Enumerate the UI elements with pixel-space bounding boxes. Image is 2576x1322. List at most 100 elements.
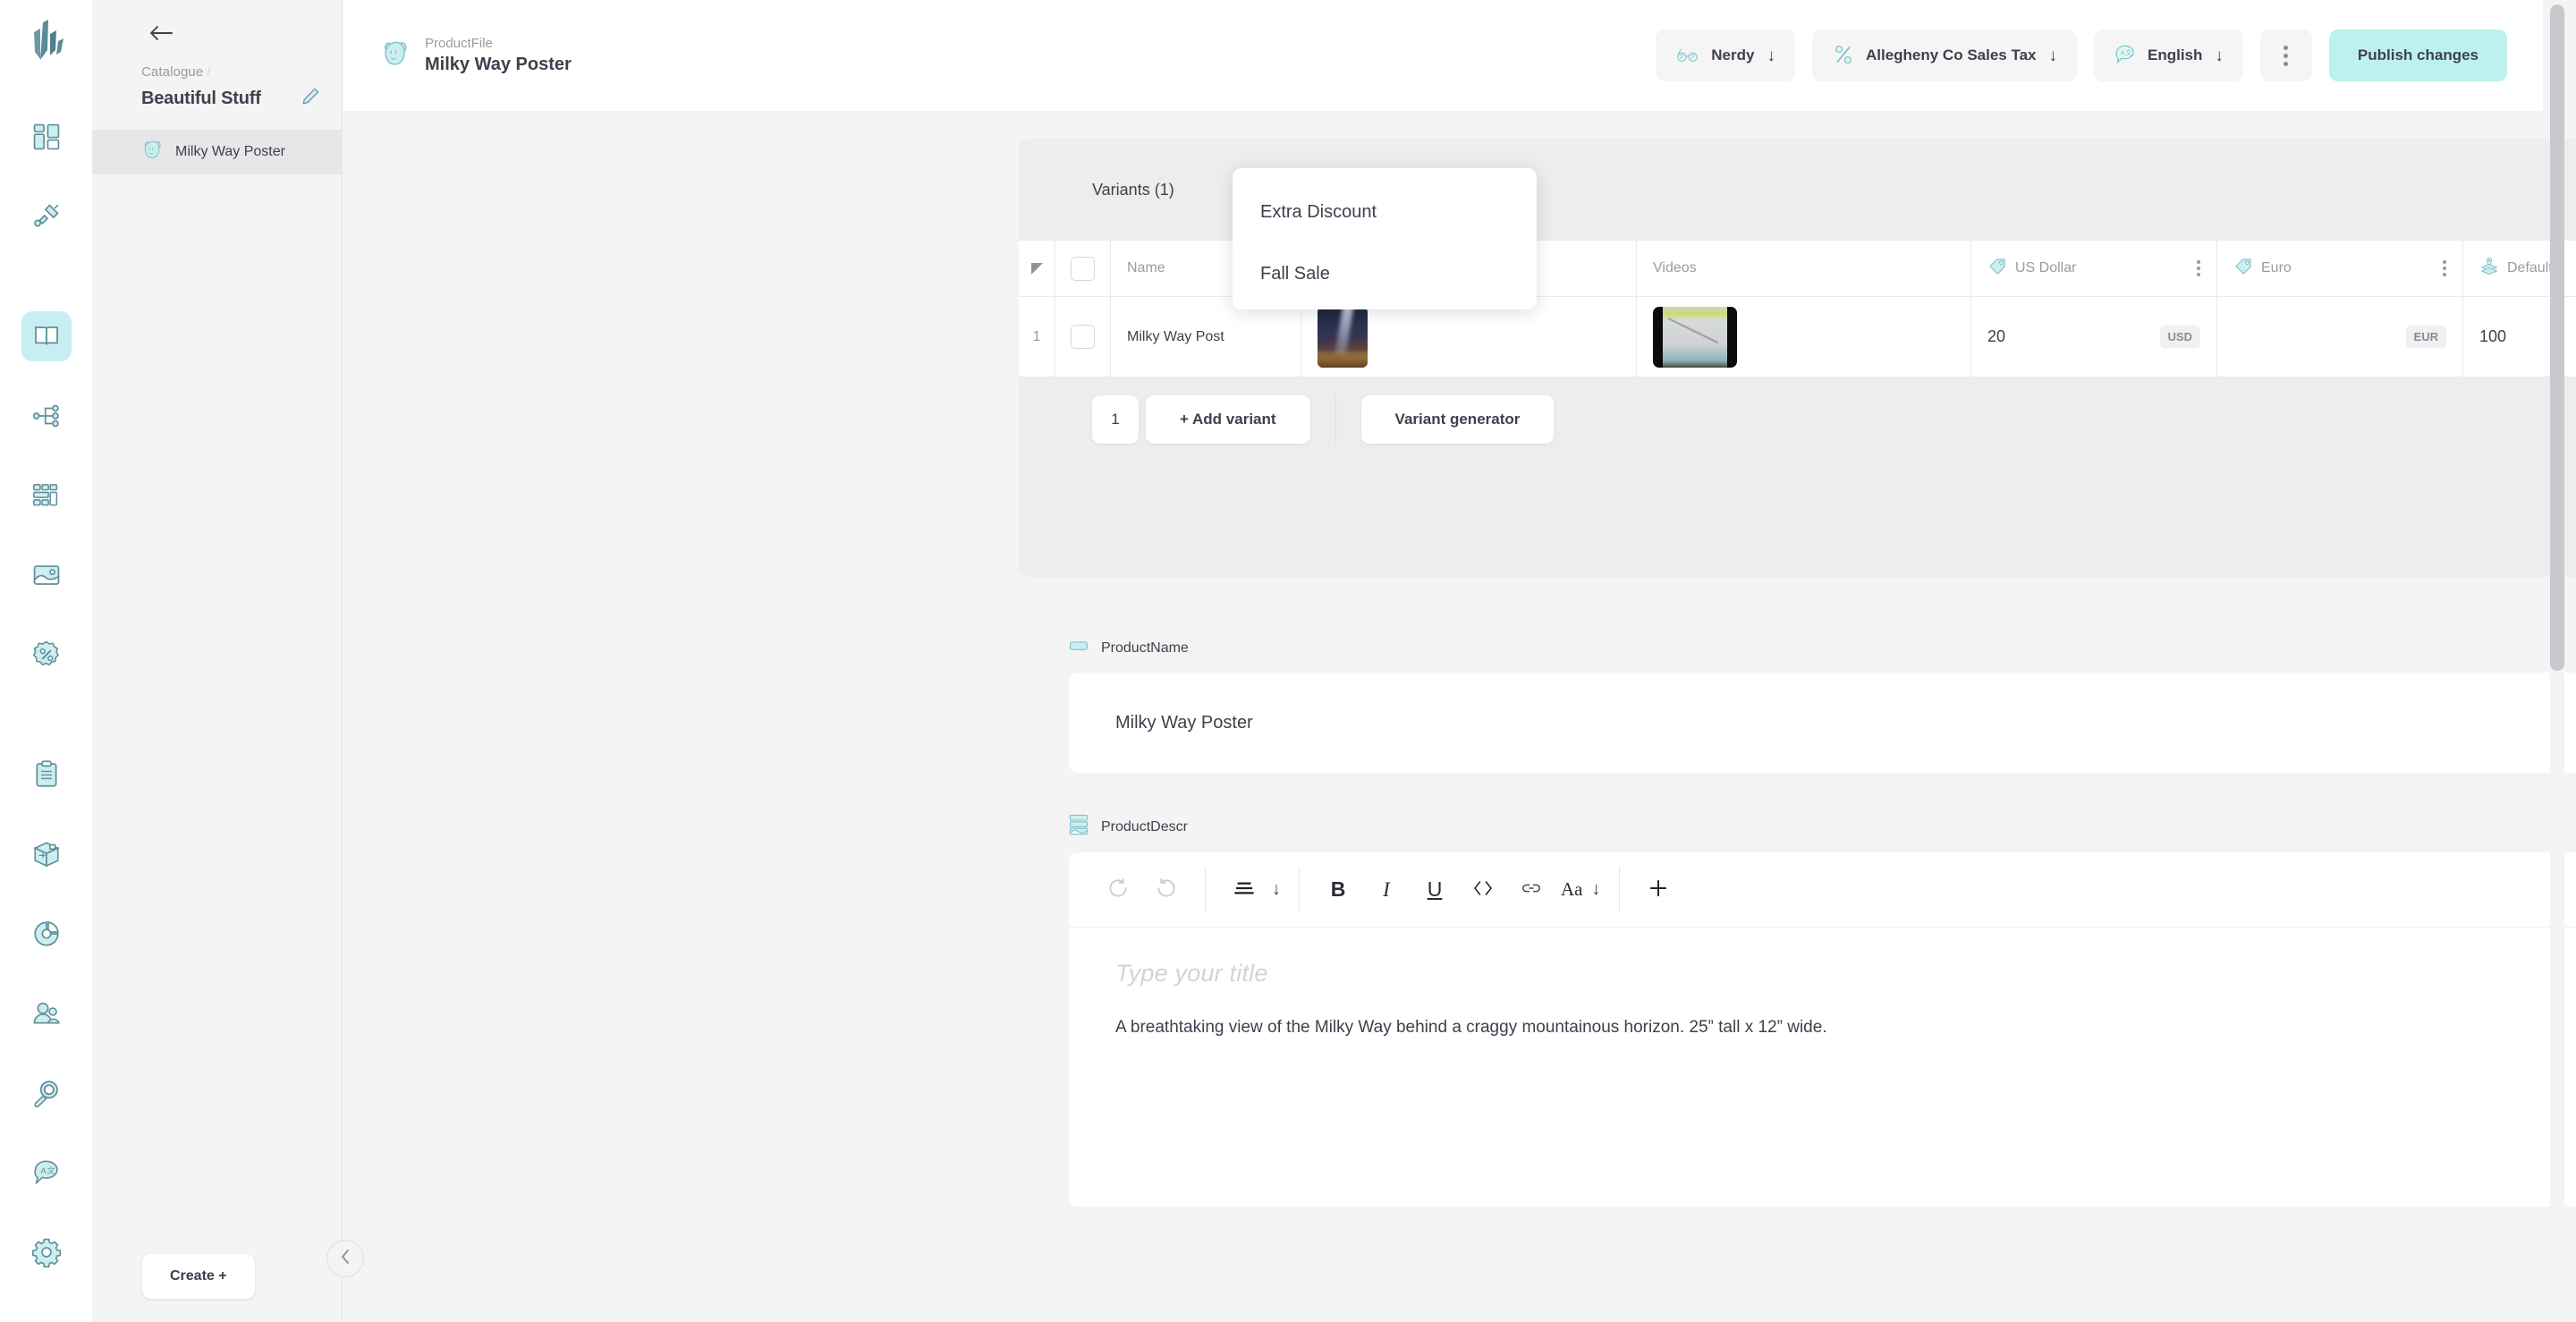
sidebar-item-categories[interactable] xyxy=(21,391,72,441)
row-select-cell[interactable] xyxy=(1055,297,1111,377)
chip-language-label: English xyxy=(2148,47,2203,64)
discount-dropdown-menu: Extra Discount Fall Sale xyxy=(1233,168,1537,309)
kebab-menu-icon xyxy=(2284,53,2289,58)
font-size-caret-icon[interactable]: ↓ xyxy=(1592,879,1601,900)
column-us-dollar[interactable]: US Dollar xyxy=(1971,241,2217,297)
column-default-label: Default xyxy=(2507,260,2553,275)
row-usd-cell[interactable]: 20 USD xyxy=(1971,297,2217,377)
collapse-sidebar-button[interactable] xyxy=(326,1240,364,1277)
column-name-label: Name xyxy=(1127,260,1165,275)
actions-divider xyxy=(1335,395,1336,444)
translate-icon: A 文 xyxy=(31,1157,62,1188)
undo-icon xyxy=(1106,877,1130,903)
italic-button[interactable]: I xyxy=(1362,866,1411,914)
create-button[interactable]: Create + xyxy=(142,1254,255,1299)
edit-catalogue-button[interactable] xyxy=(299,87,322,110)
code-button[interactable] xyxy=(1459,866,1507,914)
chip-sales-tax-label: Allegheny Co Sales Tax xyxy=(1865,47,2037,64)
row-usd-value: 20 xyxy=(1987,327,2006,345)
chip-nerdy-label: Nerdy xyxy=(1711,47,1755,64)
rich-text-icon xyxy=(1069,814,1089,840)
column-euro[interactable]: Euro xyxy=(2217,241,2463,297)
font-size-button[interactable]: Aa xyxy=(1555,866,1589,914)
redo-button[interactable] xyxy=(1142,866,1191,914)
link-button[interactable] xyxy=(1507,866,1555,914)
sort-triangle-icon xyxy=(1030,262,1043,275)
sitemap-icon xyxy=(31,401,62,431)
column-videos-label: Videos xyxy=(1653,260,1697,275)
users-icon xyxy=(31,998,62,1029)
underline-button[interactable]: U xyxy=(1411,866,1459,914)
row-index-cell: 1 xyxy=(1019,297,1055,377)
column-sort[interactable] xyxy=(1019,241,1055,297)
editor-toolbar: ↓ B I U Aa ↓ xyxy=(1069,852,2576,928)
undo-button[interactable] xyxy=(1094,866,1142,914)
chip-sales-tax[interactable]: Allegheny Co Sales Tax ↓ xyxy=(1811,30,2077,81)
column-default[interactable]: Default xyxy=(2463,241,2576,297)
product-name-field[interactable]: Milky Way Poster xyxy=(1069,673,2576,773)
catalogue-panel: Catalogue / Beautiful Stuff Milky Way Po… xyxy=(92,0,364,1322)
variants-title: Variants (1) xyxy=(1092,180,1174,199)
sidebar-item-analytics[interactable] xyxy=(21,909,72,959)
editor-paragraph[interactable]: A breathtaking view of the Milky Way beh… xyxy=(1115,1015,2576,1041)
column-select-all[interactable] xyxy=(1055,241,1111,297)
variant-generator-button[interactable]: Variant generator xyxy=(1360,395,1555,444)
skate-video-thumbnail[interactable] xyxy=(1653,306,1737,368)
sidebar-item-search[interactable] xyxy=(21,1068,72,1118)
product-header: ProductFile Milky Way Poster Nerdy ↓ All… xyxy=(343,0,2543,111)
checkbox-icon[interactable] xyxy=(1071,256,1095,281)
sidebar-item-media[interactable] xyxy=(21,550,72,600)
sidebar-item-languages[interactable]: A 文 xyxy=(21,1148,72,1198)
sidebar-item-layouts[interactable] xyxy=(21,470,72,521)
milky-way-thumbnail[interactable] xyxy=(1318,306,1368,368)
product-name-label: ProductName xyxy=(1101,640,1189,656)
menu-item-fall-sale[interactable]: Fall Sale xyxy=(1233,255,1537,292)
column-us-dollar-menu[interactable] xyxy=(2197,260,2200,276)
sidebar-item-orders[interactable] xyxy=(21,750,72,800)
row-videos-cell[interactable] xyxy=(1637,297,1971,377)
sidebar-item-catalogue[interactable] xyxy=(21,311,72,361)
sidebar-item-integrations[interactable] xyxy=(21,191,72,242)
glasses-icon xyxy=(1675,46,1700,66)
add-variant-button[interactable]: + Add variant xyxy=(1146,395,1310,444)
sidebar-item-inventory[interactable] xyxy=(21,829,72,879)
product-identity: ProductFile Milky Way Poster xyxy=(380,35,572,76)
breadcrumb-separator: / xyxy=(207,64,211,80)
editor-body[interactable]: Type your title A breathtaking view of t… xyxy=(1069,928,2576,1041)
leaf-logo[interactable] xyxy=(27,20,66,71)
variant-actions: 1 + Add variant Variant generator xyxy=(1019,377,2576,444)
row-eur-cell[interactable]: EUR xyxy=(2217,297,2463,377)
code-icon xyxy=(1471,878,1495,901)
product-file-icon xyxy=(380,38,411,73)
align-caret-icon[interactable]: ↓ xyxy=(1272,879,1281,900)
sidebar-item-discounts[interactable] xyxy=(21,630,72,680)
checkbox-icon[interactable] xyxy=(1071,325,1095,349)
catalogue-list-item[interactable]: Milky Way Poster xyxy=(92,130,342,174)
chip-language[interactable]: A 文 English ↓ xyxy=(2094,30,2243,81)
editor-title-input[interactable]: Type your title xyxy=(1115,960,2576,987)
sidebar-item-settings[interactable] xyxy=(21,1227,72,1277)
catalogue-list-item-label: Milky Way Poster xyxy=(175,144,285,159)
back-button[interactable] xyxy=(144,18,178,52)
add-block-button[interactable] xyxy=(1634,866,1682,914)
image-icon xyxy=(31,560,62,590)
bold-icon: B xyxy=(1330,877,1346,901)
column-videos[interactable]: Videos xyxy=(1637,241,1971,297)
eur-currency-tag: EUR xyxy=(2405,326,2446,348)
sidebar-item-dashboard[interactable] xyxy=(21,112,72,162)
align-button[interactable] xyxy=(1220,866,1268,914)
row-default-cell[interactable]: 100 xyxy=(2463,297,2576,377)
column-euro-menu[interactable] xyxy=(2443,260,2446,276)
italic-icon: I xyxy=(1383,877,1390,901)
variant-count-input[interactable]: 1 xyxy=(1092,395,1139,444)
chip-nerdy[interactable]: Nerdy ↓ xyxy=(1656,30,1795,81)
publish-changes-button[interactable]: Publish changes xyxy=(2328,30,2507,81)
breadcrumb-catalogue[interactable]: Catalogue xyxy=(141,64,203,80)
header-more-button[interactable] xyxy=(2259,30,2312,81)
menu-item-extra-discount[interactable]: Extra Discount xyxy=(1233,193,1537,231)
row-default-value: 100 xyxy=(2479,327,2507,345)
product-name-value: Milky Way Poster xyxy=(1115,712,1253,733)
icon-rail: A 文 xyxy=(0,0,92,1322)
sidebar-item-customers[interactable] xyxy=(21,988,72,1038)
bold-button[interactable]: B xyxy=(1314,866,1362,914)
